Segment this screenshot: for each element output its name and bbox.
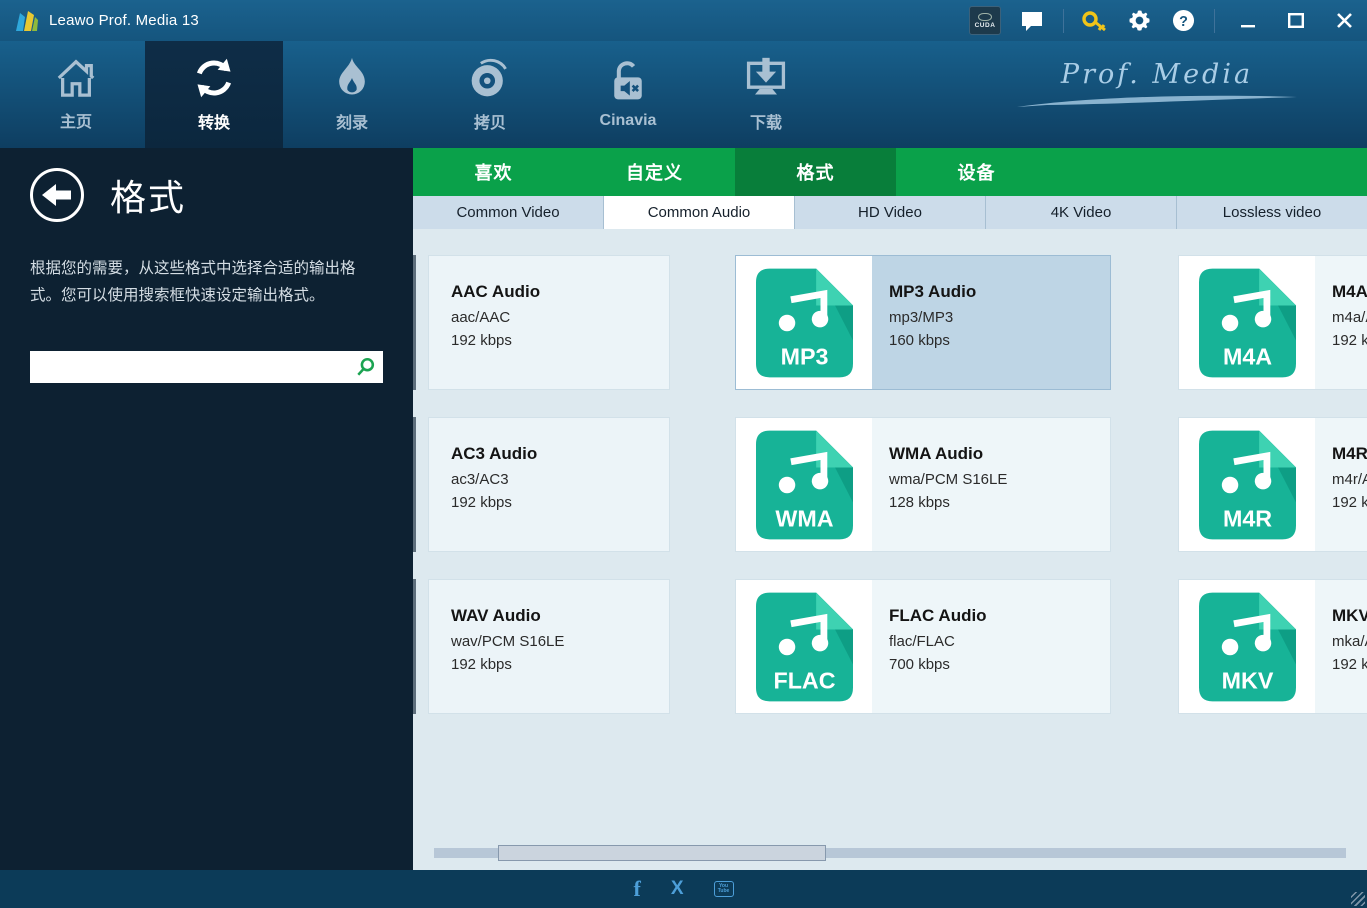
svg-text:WMA: WMA xyxy=(775,505,833,531)
maximize-button[interactable] xyxy=(1281,8,1311,34)
svg-text:M4R: M4R xyxy=(1222,505,1271,531)
tab-device[interactable]: 设备 xyxy=(896,148,1057,196)
search-input[interactable] xyxy=(30,351,349,383)
tab-custom[interactable]: 自定义 xyxy=(574,148,735,196)
sidebar-title: 格式 xyxy=(110,169,186,221)
format-card-flac[interactable]: FLAC FLAC Audio flac/FLAC 700 kbps xyxy=(735,579,1111,714)
subtab-hd-video[interactable]: HD Video xyxy=(795,196,986,229)
x-twitter-icon[interactable]: X xyxy=(671,878,684,900)
subtab-lossless-video[interactable]: Lossless video xyxy=(1177,196,1367,229)
leawo-logo-icon xyxy=(14,9,40,33)
cuda-badge[interactable]: CUDA xyxy=(969,6,1001,35)
window-title: Leawo Prof. Media 13 xyxy=(49,12,199,29)
scrolled-card-edge xyxy=(413,417,416,552)
format-subtabs: Common Video Common Audio HD Video 4K Vi… xyxy=(413,196,1367,229)
footer: f X You Tube xyxy=(0,870,1367,908)
wma-file-icon: WMA xyxy=(756,430,853,540)
svg-text:MP3: MP3 xyxy=(780,343,828,369)
register-key-icon[interactable] xyxy=(1082,8,1108,34)
format-search xyxy=(30,351,383,383)
help-icon[interactable]: ? xyxy=(1170,8,1196,34)
back-button[interactable] xyxy=(30,168,84,222)
nav-download[interactable]: 下载 xyxy=(697,41,835,148)
format-card-grid: AAC Audio aac/AAC 192 kbps MP3 xyxy=(413,229,1367,870)
scrolled-card-edge xyxy=(413,255,416,390)
minimize-button[interactable] xyxy=(1233,8,1263,34)
download-icon xyxy=(743,56,789,100)
format-card-aac[interactable]: AAC Audio aac/AAC 192 kbps xyxy=(428,255,670,390)
svg-text:FLAC: FLAC xyxy=(773,667,835,693)
m4a-file-icon: M4A xyxy=(1199,268,1296,378)
cinavia-lock-icon xyxy=(606,59,650,103)
main-navigation: 主页 转换 刻录 xyxy=(0,41,1367,148)
format-card-wav[interactable]: WAV Audio wav/PCM S16LE 192 kbps xyxy=(428,579,670,714)
copy-disc-icon xyxy=(467,56,513,100)
m4r-file-icon: M4R xyxy=(1199,430,1296,540)
titlebar-separator xyxy=(1063,9,1064,33)
subtab-common-video[interactable]: Common Video xyxy=(413,196,604,229)
burn-icon xyxy=(330,56,374,100)
nav-cinavia[interactable]: Cinavia xyxy=(559,41,697,148)
titlebar-separator xyxy=(1214,9,1215,33)
subtab-common-audio[interactable]: Common Audio xyxy=(604,196,795,229)
horizontal-scrollbar-thumb[interactable] xyxy=(498,845,826,861)
feedback-message-icon[interactable] xyxy=(1019,8,1045,34)
brand-underline-swoosh xyxy=(1007,92,1307,110)
close-button[interactable] xyxy=(1329,8,1359,34)
category-tabs: 喜欢 自定义 格式 设备 xyxy=(413,148,1367,196)
tab-favorites[interactable]: 喜欢 xyxy=(413,148,574,196)
mp3-file-icon: MP3 xyxy=(756,268,853,378)
subtab-4k-video[interactable]: 4K Video xyxy=(986,196,1177,229)
app-window: Leawo Prof. Media 13 CUDA xyxy=(0,0,1367,908)
settings-gear-icon[interactable] xyxy=(1126,8,1152,34)
nav-convert[interactable]: 转换 xyxy=(145,41,283,148)
home-icon xyxy=(53,57,99,99)
window-resize-grip[interactable] xyxy=(1351,892,1365,906)
format-card-m4a[interactable]: M4A M4A m4a/A 192 k xyxy=(1178,255,1367,390)
search-button[interactable] xyxy=(349,351,383,383)
content-panel: 喜欢 自定义 格式 设备 Common Video Common Audio H… xyxy=(413,148,1367,870)
brand-script-text: Prof. Media xyxy=(1061,59,1253,90)
format-card-mkv[interactable]: MKV MKV mka/A 192 k xyxy=(1178,579,1367,714)
nav-home[interactable]: 主页 xyxy=(7,41,145,148)
svg-text:?: ? xyxy=(1179,14,1188,30)
facebook-icon[interactable]: f xyxy=(633,876,640,902)
brand-logo: Prof. Media xyxy=(1007,59,1307,110)
scrolled-card-edge xyxy=(413,579,416,714)
mkv-file-icon: MKV xyxy=(1199,592,1296,702)
search-icon xyxy=(356,357,376,377)
svg-text:MKV: MKV xyxy=(1221,667,1273,693)
svg-text:M4A: M4A xyxy=(1222,343,1271,369)
titlebar: Leawo Prof. Media 13 CUDA xyxy=(0,0,1367,41)
sidebar-description: 根据您的需要，从这些格式中选择合适的输出格式。您可以使用搜索框快速设定输出格式。 xyxy=(30,256,383,309)
format-card-m4r[interactable]: M4R M4R m4r/A 192 k xyxy=(1178,417,1367,552)
format-card-wma[interactable]: WMA WMA Audio wma/PCM S16LE 128 kbps xyxy=(735,417,1111,552)
nav-burn[interactable]: 刻录 xyxy=(283,41,421,148)
tab-format[interactable]: 格式 xyxy=(735,148,896,196)
convert-icon xyxy=(191,56,237,100)
youtube-icon[interactable]: You Tube xyxy=(714,881,734,897)
nav-copy[interactable]: 拷贝 xyxy=(421,41,559,148)
flac-file-icon: FLAC xyxy=(756,592,853,702)
format-card-ac3[interactable]: AC3 Audio ac3/AC3 192 kbps xyxy=(428,417,670,552)
back-arrow-icon xyxy=(42,182,72,208)
format-card-mp3[interactable]: MP3 MP3 Audio mp3/MP3 160 kbps xyxy=(735,255,1111,390)
nvidia-eye-icon xyxy=(978,13,992,21)
sidebar: 格式 根据您的需要，从这些格式中选择合适的输出格式。您可以使用搜索框快速设定输出… xyxy=(0,148,413,870)
